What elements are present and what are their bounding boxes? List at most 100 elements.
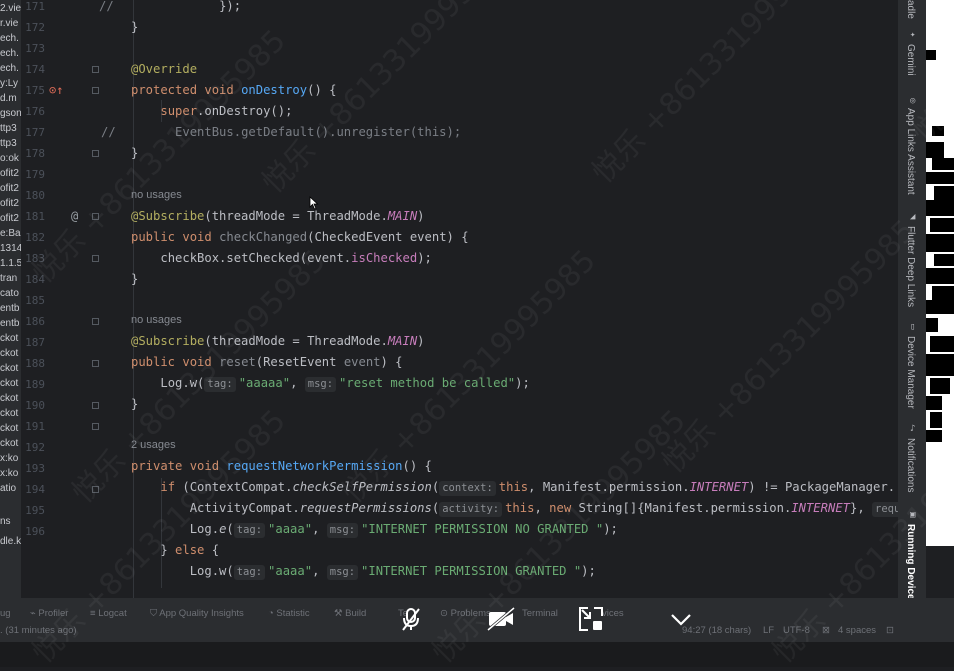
gutter-row[interactable]: 176: [21, 101, 99, 122]
gutter-row[interactable]: 195: [21, 500, 99, 521]
tab-running-devices[interactable]: Running Devices: [905, 524, 916, 605]
project-tree-item[interactable]: ofit2: [0, 197, 21, 210]
project-tree-item[interactable]: r.vie: [0, 17, 21, 30]
gutter-row[interactable]: 174: [21, 59, 99, 80]
project-tree-item[interactable]: cato: [0, 287, 21, 300]
gutter-row[interactable]: 185: [21, 290, 99, 311]
tab-debug[interactable]: ug: [0, 608, 11, 619]
fold-marker-icon[interactable]: [92, 213, 99, 220]
fold-marker-icon[interactable]: [92, 423, 99, 430]
tab-statistic[interactable]: ◔ Statistic: [268, 608, 310, 619]
gutter-row[interactable]: 187: [21, 332, 99, 353]
project-tree-item[interactable]: o:ok: [0, 152, 21, 165]
tab-logcat[interactable]: ≡ Logcat: [90, 608, 127, 619]
usage-hint[interactable]: no usages: [131, 185, 182, 206]
gutter-row[interactable]: 179: [21, 164, 99, 185]
gutter-row[interactable]: 193: [21, 458, 99, 479]
camera-off-icon[interactable]: [487, 606, 515, 632]
tab-gemini[interactable]: Gemini: [905, 44, 916, 76]
usage-hint[interactable]: 2 usages: [131, 435, 176, 456]
gutter-row[interactable]: 189: [21, 374, 99, 395]
project-tree-item[interactable]: ofit2: [0, 167, 21, 180]
code-editor[interactable]: // }); } @Override protected void onDest…: [99, 0, 898, 598]
gutter-row[interactable]: 188: [21, 353, 99, 374]
project-tree-item[interactable]: dle.k: [0, 535, 21, 548]
project-tree-item[interactable]: x:ko: [0, 452, 21, 465]
tab-app-links-assistant[interactable]: App Links Assistant: [905, 108, 916, 195]
project-tree-item[interactable]: ckot: [0, 437, 21, 450]
project-tree-item[interactable]: 2.vie: [0, 2, 21, 15]
project-tree-item[interactable]: tran: [0, 272, 21, 285]
indent-setting[interactable]: 4 spaces: [838, 625, 876, 636]
gutter-row[interactable]: 191: [21, 416, 99, 437]
gutter-row[interactable]: 196: [21, 521, 99, 542]
share-screen-icon[interactable]: [578, 606, 604, 632]
tab-profiler[interactable]: ⌁ Profiler: [30, 608, 68, 619]
gradle-tab[interactable]: adle: [905, 0, 916, 19]
gutter-row[interactable]: 192: [21, 437, 99, 458]
project-tree-item[interactable]: e:Bas: [0, 227, 21, 240]
fold-marker-icon[interactable]: [92, 360, 99, 367]
project-tree-item[interactable]: ckot: [0, 407, 21, 420]
project-tree-item[interactable]: 1314: [0, 242, 21, 255]
tab-flutter-deep-links[interactable]: Flutter Deep Links: [905, 226, 916, 307]
fold-marker-icon[interactable]: [92, 486, 99, 493]
gutter-row[interactable]: 184: [21, 269, 99, 290]
project-tree-item[interactable]: entb: [0, 302, 21, 315]
project-tree-item[interactable]: ckot: [0, 347, 21, 360]
line-separator[interactable]: LF: [763, 625, 774, 636]
fold-marker-icon[interactable]: [92, 87, 99, 94]
tab-terminal[interactable]: Terminal: [522, 608, 558, 619]
project-tree-item[interactable]: ech.: [0, 47, 21, 60]
tab-problems[interactable]: ⊙ Problems: [440, 608, 491, 619]
project-tree-item[interactable]: ckot: [0, 362, 21, 375]
project-tree-item[interactable]: x:ko: [0, 467, 21, 480]
gutter-row[interactable]: 194: [21, 479, 99, 500]
project-tree-item[interactable]: ofit2: [0, 212, 21, 225]
file-encoding[interactable]: UTF-8: [783, 625, 810, 636]
project-tree-item[interactable]: ech.: [0, 32, 21, 45]
gutter-row[interactable]: 183: [21, 248, 99, 269]
project-tree-item[interactable]: ckot: [0, 422, 21, 435]
gutter-row[interactable]: 180: [21, 185, 99, 206]
gutter-row[interactable]: 178: [21, 143, 99, 164]
fold-marker-icon[interactable]: [92, 255, 99, 262]
gutter-row[interactable]: 177: [21, 122, 99, 143]
tab-notifications[interactable]: Notifications: [905, 438, 916, 492]
gutter-row[interactable]: 171: [21, 0, 99, 17]
gutter-row[interactable]: 190: [21, 395, 99, 416]
project-tree-item[interactable]: ttp3: [0, 122, 21, 135]
gutter-row[interactable]: 181 @: [21, 206, 99, 227]
gutter-row[interactable]: 172: [21, 17, 99, 38]
project-tree-item[interactable]: ckot: [0, 392, 21, 405]
chevron-down-icon[interactable]: [668, 606, 694, 632]
subscriber-marker-icon[interactable]: @: [71, 206, 78, 227]
project-tree-item[interactable]: entb: [0, 317, 21, 330]
tab-device-manager[interactable]: Device Manager: [905, 336, 916, 409]
fold-marker-icon[interactable]: [92, 402, 99, 409]
usage-hint[interactable]: no usages: [131, 310, 182, 331]
project-tree-item[interactable]: y:Ly: [0, 77, 21, 90]
project-tree-item[interactable]: d.m: [0, 92, 21, 105]
gutter-row[interactable]: 182: [21, 227, 99, 248]
project-tree-item[interactable]: ckot: [0, 332, 21, 345]
gutter-row[interactable]: 186: [21, 311, 99, 332]
lock-icon[interactable]: ⊡: [886, 625, 894, 636]
fold-marker-icon[interactable]: [92, 66, 99, 73]
mute-mic-icon[interactable]: [398, 606, 424, 632]
tab-app-quality-insights[interactable]: ⛉ App Quality Insights: [150, 608, 244, 619]
gutter-row[interactable]: 175 ⊙↑: [21, 80, 99, 101]
tab-build[interactable]: ⚒ Build: [334, 608, 366, 619]
project-tree-item[interactable]: ns: [0, 515, 21, 528]
project-tree-item[interactable]: atio: [0, 482, 21, 495]
fold-marker-icon[interactable]: [92, 318, 99, 325]
readonly-lock-icon[interactable]: ⊠: [822, 625, 830, 636]
project-tree-item[interactable]: gson: [0, 107, 21, 120]
tab-devices[interactable]: vices: [602, 608, 624, 619]
project-tree-item[interactable]: ech.: [0, 62, 21, 75]
project-tree-item[interactable]: 1.1.5: [0, 257, 21, 270]
gutter-row[interactable]: 173: [21, 38, 99, 59]
project-tree-item[interactable]: ofit2: [0, 182, 21, 195]
override-marker-icon[interactable]: ⊙↑: [49, 80, 63, 101]
project-tree-item[interactable]: ttp3: [0, 137, 21, 150]
